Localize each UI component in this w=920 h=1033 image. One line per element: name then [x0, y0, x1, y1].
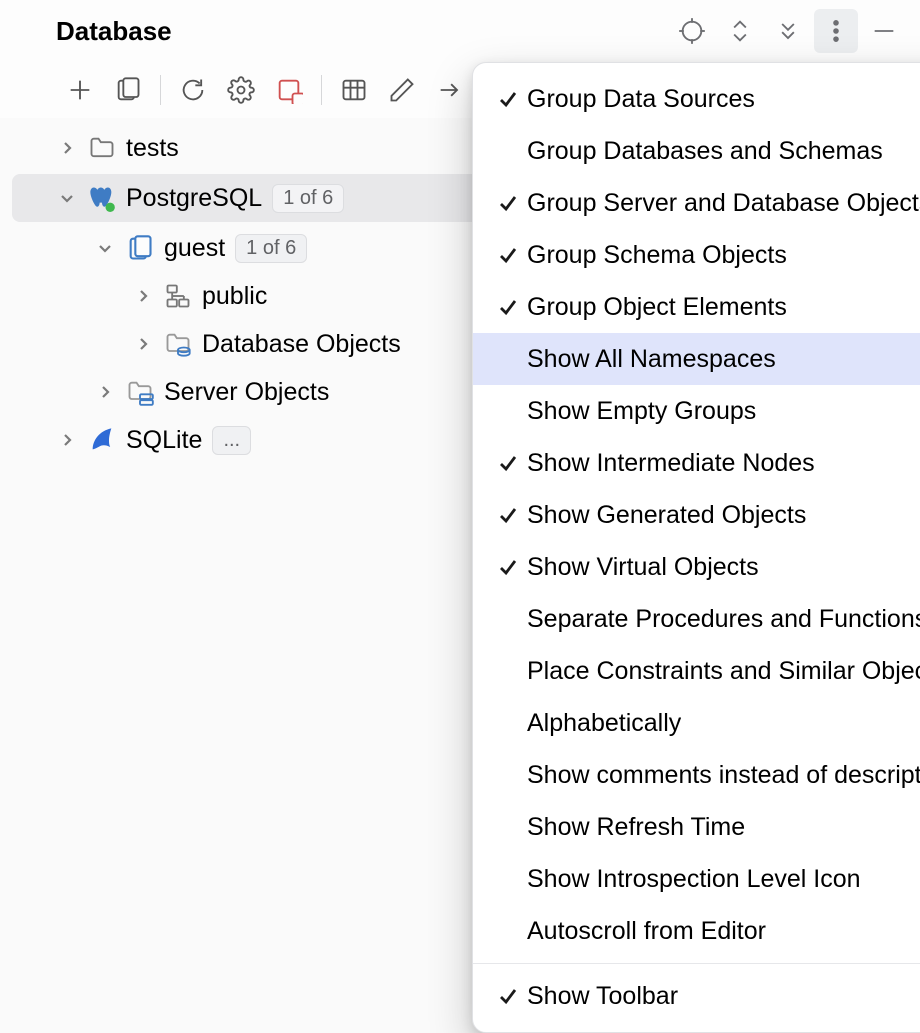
tree-label: Database Objects — [202, 330, 401, 359]
more-options-icon[interactable] — [814, 9, 858, 53]
menu-item[interactable]: Show All Namespaces — [473, 333, 920, 385]
minimize-icon[interactable] — [862, 9, 906, 53]
menu-item[interactable]: Show Introspection Level Icon — [473, 853, 920, 905]
menu-item-label: Group Schema Objects — [527, 241, 787, 270]
menu-item-label: Separate Procedures and Functions — [527, 605, 920, 634]
menu-item[interactable]: Group Data Sources — [473, 73, 920, 125]
menu-item-label: Show Empty Groups — [527, 397, 756, 426]
checkmark-icon — [489, 505, 527, 525]
chevron-right-icon[interactable] — [56, 429, 78, 451]
sqlite-icon — [88, 426, 116, 454]
menu-item-label: Place Constraints and Similar Objects — [527, 657, 920, 686]
menu-item-label: Show Introspection Level Icon — [527, 865, 861, 894]
checkmark-icon — [489, 245, 527, 265]
menu-item-label: Show All Namespaces — [527, 345, 776, 374]
tree-label: guest — [164, 234, 225, 263]
menu-item[interactable]: Show comments instead of descriptions — [473, 749, 920, 801]
folder-server-icon — [126, 378, 154, 406]
checkmark-icon — [489, 453, 527, 473]
menu-item-label: Autoscroll from Editor — [527, 917, 766, 946]
menu-item-label: Group Data Sources — [527, 85, 755, 114]
schema-icon — [164, 282, 192, 310]
menu-separator — [473, 963, 920, 964]
table-icon[interactable] — [330, 70, 378, 110]
menu-item[interactable]: Separate Procedures and Functions — [473, 593, 920, 645]
tree-label: PostgreSQL — [126, 184, 262, 213]
menu-item[interactable]: Group Object Elements — [473, 281, 920, 333]
more-badge[interactable]: ... — [212, 426, 251, 455]
count-badge: 1 of 6 — [235, 234, 307, 263]
tree-label: Server Objects — [164, 378, 329, 407]
menu-item[interactable]: Alphabetically — [473, 697, 920, 749]
menu-item[interactable]: Group Server and Database Objects — [473, 177, 920, 229]
database-icon — [126, 234, 154, 262]
menu-item-label: Show Virtual Objects — [527, 553, 759, 582]
menu-item-label: Alphabetically — [527, 709, 681, 738]
menu-item[interactable]: Group Databases and Schemas — [473, 125, 920, 177]
refresh-icon[interactable] — [169, 70, 217, 110]
checkmark-icon — [489, 297, 527, 317]
panel-title: Database — [56, 16, 172, 47]
collapse-all-icon[interactable] — [766, 9, 810, 53]
menu-item-label: Show Refresh Time — [527, 813, 745, 842]
menu-item[interactable]: Group Schema Objects — [473, 229, 920, 281]
menu-item[interactable]: Place Constraints and Similar Objects — [473, 645, 920, 697]
menu-item-label: Group Databases and Schemas — [527, 137, 883, 166]
menu-item[interactable]: Show Generated Objects — [473, 489, 920, 541]
chevron-right-icon[interactable] — [56, 137, 78, 159]
jump-icon[interactable] — [426, 70, 474, 110]
menu-item[interactable]: Show Intermediate Nodes — [473, 437, 920, 489]
options-menu: Group Data Sources Group Databases and Sc… — [472, 62, 920, 1033]
stop-icon[interactable] — [265, 70, 313, 110]
header-actions — [670, 9, 906, 53]
query-console-icon[interactable] — [104, 70, 152, 110]
toolbar-separator — [160, 75, 161, 105]
menu-item-label: Group Server and Database Objects — [527, 189, 920, 218]
panel-header: Database — [0, 0, 920, 62]
tree-label: tests — [126, 134, 179, 163]
menu-item[interactable]: Show Refresh Time — [473, 801, 920, 853]
menu-item-label: Show Generated Objects — [527, 501, 806, 530]
menu-item[interactable]: Autoscroll from Editor — [473, 905, 920, 957]
checkmark-icon — [489, 557, 527, 577]
chevron-right-icon[interactable] — [94, 381, 116, 403]
checkmark-icon — [489, 193, 527, 213]
menu-item-label: Group Object Elements — [527, 293, 787, 322]
chevron-down-icon[interactable] — [56, 187, 78, 209]
toolbar-separator — [321, 75, 322, 105]
checkmark-icon — [489, 89, 527, 109]
settings-icon[interactable] — [217, 70, 265, 110]
count-badge: 1 of 6 — [272, 184, 344, 213]
edit-icon[interactable] — [378, 70, 426, 110]
checkmark-icon — [489, 986, 527, 1006]
menu-item-label: Show comments instead of descriptions — [527, 761, 920, 790]
postgresql-icon — [88, 184, 116, 212]
menu-item-label: Show Intermediate Nodes — [527, 449, 815, 478]
menu-item-label: Show Toolbar — [527, 982, 678, 1011]
menu-item[interactable]: Show Empty Groups — [473, 385, 920, 437]
expand-collapse-icon[interactable] — [718, 9, 762, 53]
chevron-right-icon[interactable] — [132, 333, 154, 355]
tree-label: public — [202, 282, 267, 311]
add-button[interactable] — [56, 70, 104, 110]
chevron-right-icon[interactable] — [132, 285, 154, 307]
folder-icon — [88, 134, 116, 162]
menu-item[interactable]: Show Toolbar — [473, 970, 920, 1022]
tree-label: SQLite — [126, 426, 202, 455]
chevron-down-icon[interactable] — [94, 237, 116, 259]
folder-database-icon — [164, 330, 192, 358]
menu-item[interactable]: Show Virtual Objects — [473, 541, 920, 593]
target-icon[interactable] — [670, 9, 714, 53]
